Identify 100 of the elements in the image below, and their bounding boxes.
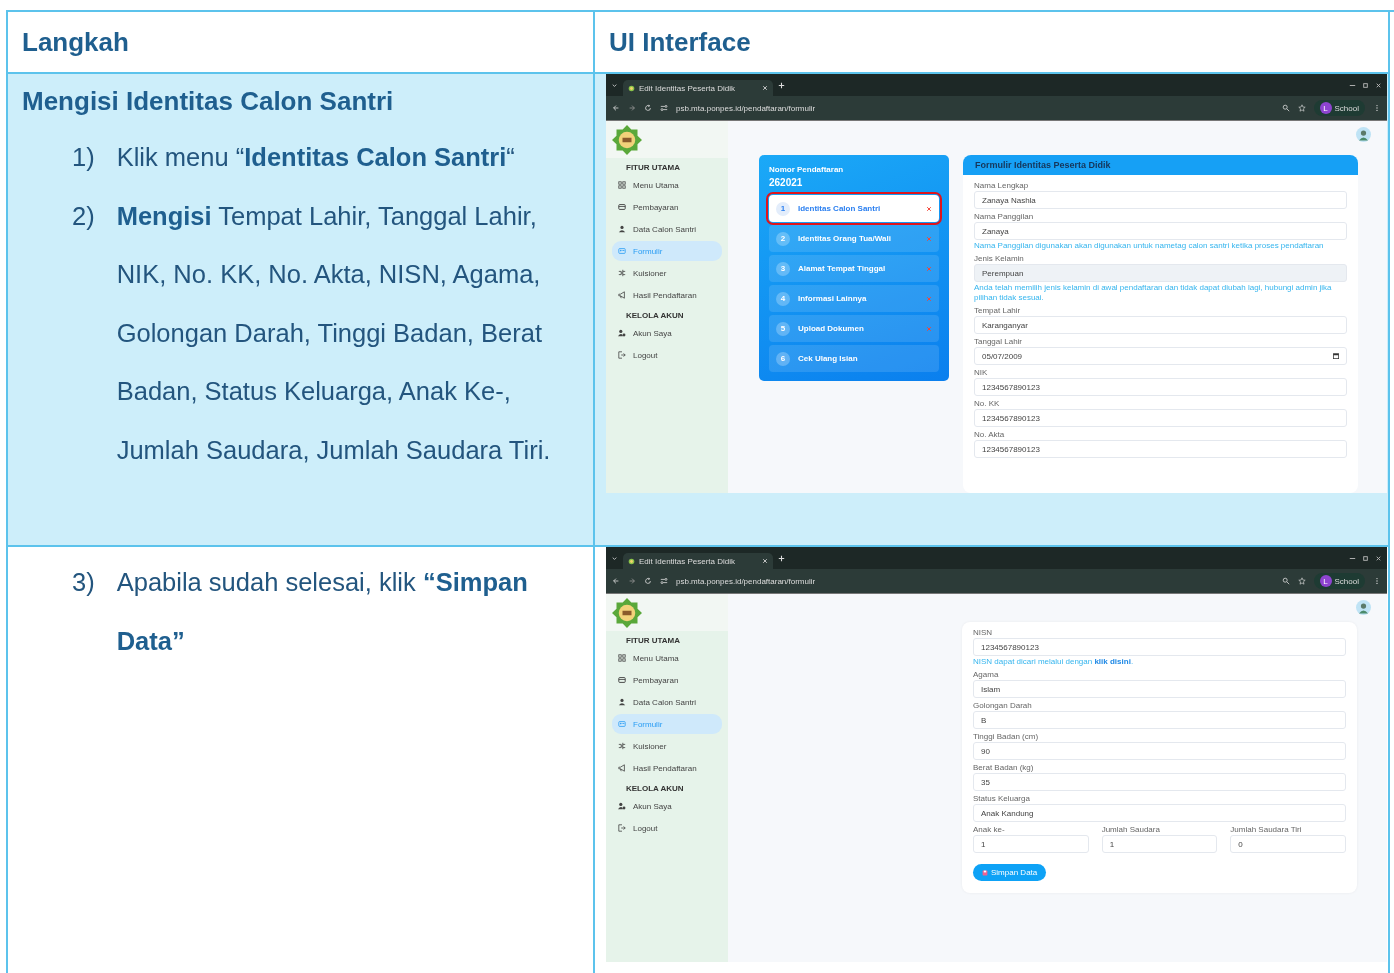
sidebar-item[interactable]: Kuisioner [612, 263, 722, 283]
forward-icon[interactable] [628, 577, 636, 585]
restore-icon[interactable] [1361, 553, 1370, 563]
sidebar-item[interactable]: Akun Saya [612, 323, 722, 343]
favicon-icon [628, 557, 635, 565]
field-label: No. Akta [974, 430, 1006, 439]
id-card-icon [618, 247, 626, 255]
sidebar-item[interactable]: Logout [612, 818, 722, 838]
sidebar-item[interactable]: Kuisioner [612, 736, 722, 756]
site-settings-icon[interactable] [660, 104, 668, 112]
input-field[interactable]: Perempuan [974, 264, 1347, 282]
input-field[interactable]: Zanaya [974, 222, 1347, 240]
new-tab-icon[interactable] [777, 80, 786, 90]
checklist-icon [618, 742, 626, 750]
input-field[interactable]: 1234567890123 [974, 378, 1347, 396]
profile-button[interactable]: L School [1313, 573, 1365, 589]
browser-tab[interactable]: Edit Identitas Peserta Didik [623, 80, 773, 96]
field-label: NIK [974, 368, 989, 377]
menu-icon[interactable] [1373, 577, 1381, 585]
card-icon [618, 203, 626, 211]
close-icon[interactable] [762, 85, 768, 91]
zoom-icon[interactable] [1281, 577, 1290, 585]
field-label: Jumlah Saudara Tiri [1230, 825, 1303, 834]
input-field[interactable]: B [973, 711, 1346, 729]
field-label: Tanggal Lahir [974, 337, 1024, 346]
sidebar-item[interactable]: Pembayaran [612, 197, 722, 217]
field-hint: NISN dapat dicari melalui dengan klik disini. [973, 657, 1135, 667]
date-field[interactable]: 05/07/2009 [974, 347, 1347, 365]
field-label: Agama [973, 670, 1000, 679]
step-number: 3) [72, 567, 95, 598]
field-label: Nama Panggilan [974, 212, 1035, 221]
input-field[interactable]: 1 [1101, 835, 1218, 853]
back-icon[interactable] [612, 104, 620, 112]
form-step-item[interactable]: 1 Identitas Calon Santri [769, 195, 939, 222]
input-field[interactable]: Anak Kandung [973, 804, 1346, 822]
avatar-icon[interactable] [1356, 599, 1371, 615]
grid-icon [618, 654, 626, 662]
sidebar-item[interactable]: Data Calon Santri [612, 219, 722, 239]
sidebar-item[interactable]: Menu Utama [612, 648, 722, 668]
input-field[interactable]: 35 [973, 773, 1346, 791]
sidebar-item[interactable]: Hasil Pendaftaran [612, 758, 722, 778]
star-emblem-logo [612, 124, 642, 155]
field-hint: Nama Panggilan digunakan akan digunakan untuk nametag calon santri ketika proses pendaftaran [974, 241, 1325, 251]
browser-tab[interactable]: Edit Identitas Peserta Didik [623, 553, 773, 569]
input-field[interactable]: 90 [973, 742, 1346, 760]
new-tab-icon[interactable] [777, 553, 786, 563]
user-gear-icon [618, 329, 626, 337]
card-icon [618, 676, 626, 684]
person-icon [618, 225, 626, 233]
sidebar-item[interactable]: Hasil Pendaftaran [612, 285, 722, 305]
forward-icon[interactable] [628, 104, 636, 112]
input-field[interactable]: 1234567890123 [973, 638, 1346, 656]
star-icon[interactable] [1297, 577, 1306, 585]
input-field[interactable]: Islam [973, 680, 1346, 698]
step-number: 1) [72, 142, 95, 173]
restore-icon[interactable] [1361, 80, 1370, 90]
star-icon[interactable] [1297, 104, 1306, 112]
form-title: Formulir Identitas Peserta Didik [963, 155, 1358, 175]
favicon-icon [628, 84, 635, 92]
field-label: Tempat Lahir [974, 306, 1022, 315]
column-header: Langkah [22, 26, 129, 58]
section-title: KELOLA AKUN [625, 310, 685, 322]
calendar-icon[interactable] [1333, 353, 1339, 359]
star-emblem-logo [612, 597, 642, 628]
profile-button[interactable]: L School [1313, 100, 1365, 116]
person-icon [618, 698, 626, 706]
search-link[interactable]: klik disini [1094, 657, 1131, 666]
input-field[interactable]: 1234567890123 [974, 440, 1347, 458]
step-text: Apabila sudah selesai, klik “Simpan Data” [116, 567, 529, 657]
address-bar[interactable]: psb.mta.ponpes.id/pendaftaran/formulir [676, 576, 816, 586]
megaphone-icon [618, 764, 626, 772]
back-icon[interactable] [612, 577, 620, 585]
field-label: Anak ke- [973, 825, 1006, 834]
sidebar-item[interactable]: Logout [612, 345, 722, 365]
menu-icon[interactable] [1373, 104, 1381, 112]
input-field[interactable]: Zanaya Nashla [974, 191, 1347, 209]
sidebar-item[interactable]: Akun Saya [612, 796, 722, 816]
zoom-icon[interactable] [1281, 104, 1290, 112]
section-title: FITUR UTAMA [625, 162, 682, 174]
reload-icon[interactable] [644, 577, 652, 585]
section-title: FITUR UTAMA [625, 635, 682, 647]
address-bar[interactable]: psb.mta.ponpes.id/pendaftaran/formulir [676, 103, 816, 113]
megaphone-icon [618, 291, 626, 299]
sidebar-item[interactable]: Pembayaran [612, 670, 722, 690]
field-label: Jenis Kelamin [974, 254, 1025, 263]
field-label: Jumlah Saudara [1101, 825, 1161, 834]
input-field[interactable]: 0 [1230, 835, 1346, 853]
reload-icon[interactable] [644, 104, 652, 112]
input-field[interactable]: Karanganyar [974, 316, 1347, 334]
avatar-icon[interactable] [1356, 126, 1371, 142]
field-label: NISN [973, 628, 994, 637]
close-icon[interactable] [762, 558, 768, 564]
field-label: Status Keluarga [973, 794, 1031, 803]
checklist-icon [618, 269, 626, 277]
field-hint: Anda telah memilih jenis kelamin di awal pendaftaran dan tidak dapat diubah lagi, hubungi admin jika pilihan tidak sesuai. [974, 283, 1333, 303]
input-field[interactable]: 1234567890123 [974, 409, 1347, 427]
input-field[interactable]: 1 [973, 835, 1089, 853]
sidebar-item[interactable]: Data Calon Santri [612, 692, 722, 712]
sidebar-item[interactable]: Menu Utama [612, 175, 722, 195]
site-settings-icon[interactable] [660, 577, 668, 585]
